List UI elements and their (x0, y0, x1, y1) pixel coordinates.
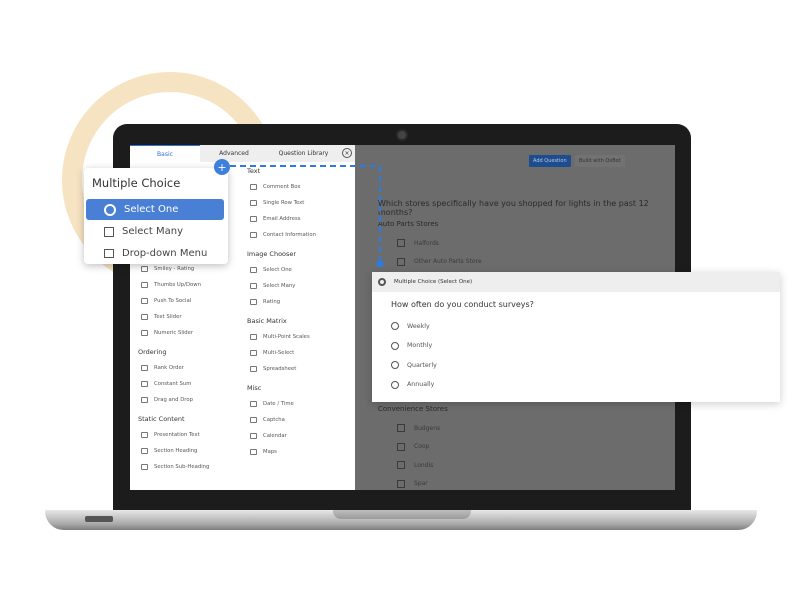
connector-dot (376, 260, 384, 268)
drag-connector: + (214, 159, 384, 268)
dashed-connector-line (230, 165, 381, 262)
svg-text:+: + (217, 161, 226, 174)
